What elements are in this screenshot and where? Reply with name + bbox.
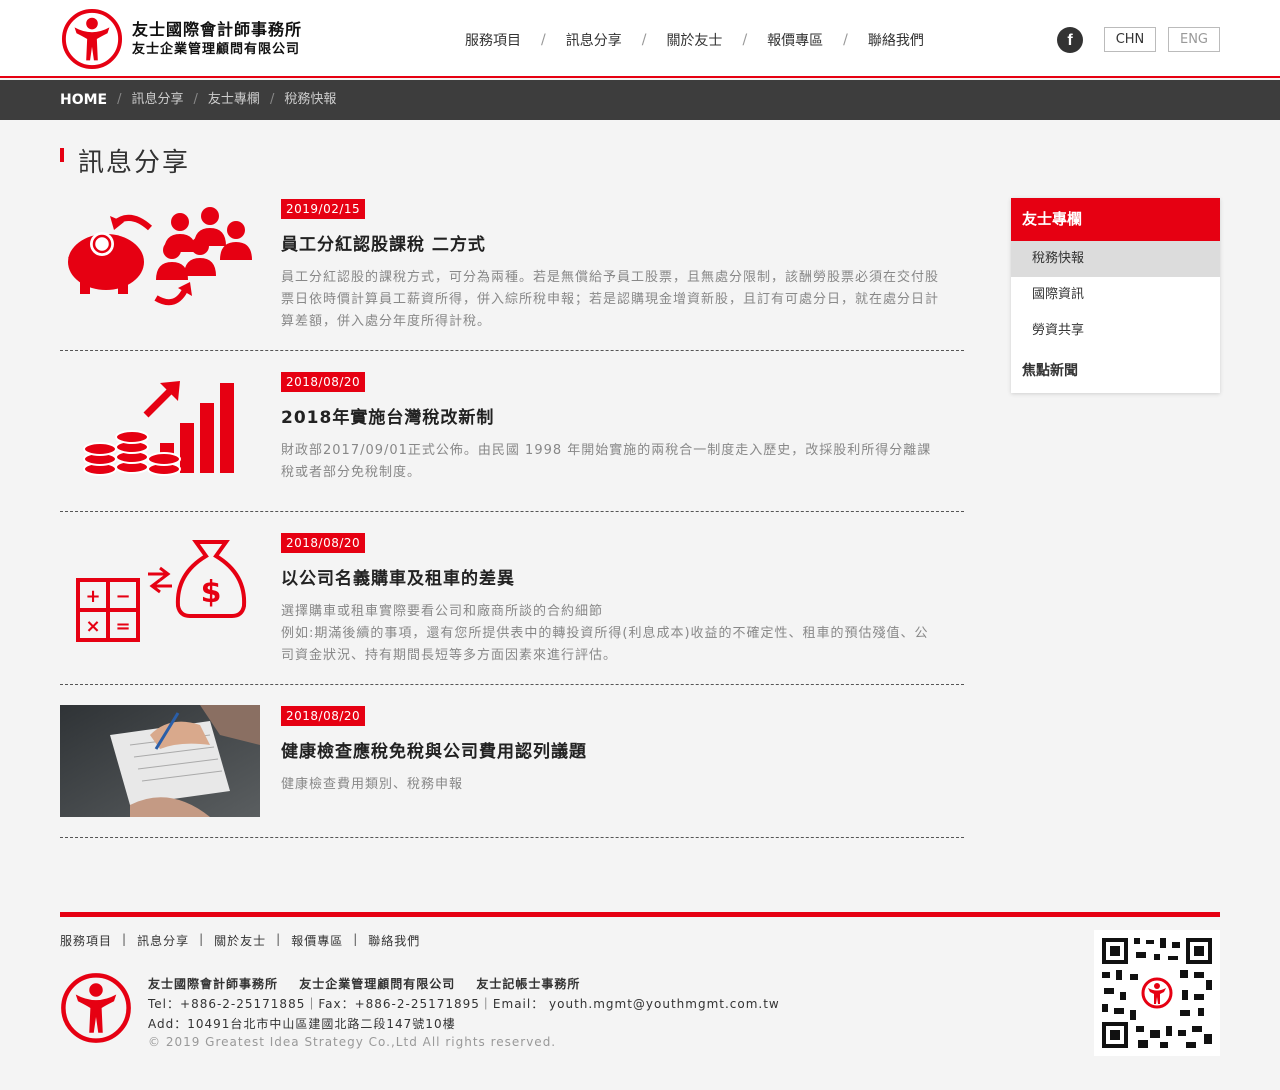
nav-news[interactable]: 訊息分享 bbox=[556, 30, 632, 50]
coins-growth-chart-icon bbox=[83, 381, 234, 476]
sidebar-item-focus-news[interactable]: 焦點新聞 bbox=[1011, 349, 1220, 393]
lang-eng-button[interactable]: ENG bbox=[1168, 27, 1220, 52]
footer-divider bbox=[60, 912, 1220, 917]
footer-nav-separator: | bbox=[353, 932, 359, 946]
article-summary: 選擇購車或租車實際要看公司和廠商所談的合約細節 例如:期滿後續的事項，還有您所提… bbox=[281, 601, 941, 667]
article-summary: 財政部2017/09/01正式公佈。由民國 1998 年開始實施的兩稅合一制度走… bbox=[281, 443, 932, 480]
person-writing-photo bbox=[60, 705, 260, 817]
calculator-money-bag-icon: + − × = $ bbox=[76, 540, 247, 642]
breadcrumb-separator: / bbox=[193, 92, 198, 107]
footer-nav-separator: | bbox=[199, 932, 205, 946]
breadcrumb-column[interactable]: 友士專欄 bbox=[208, 80, 260, 120]
breadcrumb-tax-news: 稅務快報 bbox=[284, 92, 337, 107]
breadcrumb: HOME / 訊息分享 / 友士專欄 / 稅務快報 bbox=[60, 80, 336, 120]
sidebar-heading[interactable]: 友士專欄 bbox=[1011, 198, 1220, 241]
article-summary: 員工分紅認股的課稅方式，可分為兩種。若是無償給予員工股票，且無處分限制，該酬勞股… bbox=[281, 270, 940, 329]
nav-separator: / bbox=[641, 32, 647, 48]
footer-nav-quote[interactable]: 報價專區 bbox=[291, 932, 343, 949]
article-summary-line: 選擇購車或租車實際要看公司和廠商所談的合約細節 bbox=[281, 604, 604, 619]
article-title[interactable]: 2018年實施台灣稅改新制 bbox=[281, 403, 941, 428]
sidebar-item-international[interactable]: 國際資訊 bbox=[1011, 277, 1220, 313]
site-header: 友士國際會計師事務所 友士企業管理顧問有限公司 服務項目 / 訊息分享 / 關於… bbox=[0, 0, 1280, 78]
brand-line2: 友士企業管理顧問有限公司 bbox=[132, 42, 301, 57]
footer-nav: 服務項目 | 訊息分享 | 關於友士 | 報價專區 | 聯絡我們 bbox=[60, 932, 420, 949]
brand-name[interactable]: 友士國際會計師事務所 友士企業管理顧問有限公司 bbox=[132, 20, 302, 60]
breadcrumb-separator: / bbox=[269, 92, 275, 107]
page-title: 訊息分享 bbox=[60, 142, 190, 179]
footer-nav-services[interactable]: 服務項目 bbox=[60, 932, 112, 949]
footer-contact: Tel：+886-2-25171885｜Fax：+886-2-25171895｜… bbox=[148, 997, 780, 1011]
breadcrumb-separator: / bbox=[117, 92, 122, 107]
main-nav: 服務項目 / 訊息分享 / 關於友士 / 報價專區 / 聯絡我們 bbox=[455, 30, 934, 50]
sidebar: 友士專欄 稅務快報 國際資訊 勞資共享 焦點新聞 bbox=[1011, 198, 1220, 393]
footer-nav-separator: | bbox=[122, 932, 128, 946]
nav-about[interactable]: 關於友士 bbox=[656, 30, 732, 50]
nav-separator: / bbox=[742, 32, 748, 48]
footer-nav-separator: | bbox=[276, 932, 282, 946]
footer-nav-news[interactable]: 訊息分享 bbox=[137, 932, 189, 949]
svg-text:=: = bbox=[115, 616, 130, 637]
article-title[interactable]: 以公司名義購車及租車的差異 bbox=[281, 564, 941, 589]
article-item[interactable]: 2018/08/20 2018年實施台灣稅改新制 財政部2017/09/01正式… bbox=[60, 371, 964, 512]
nav-contact[interactable]: 聯絡我們 bbox=[858, 30, 934, 50]
svg-text:−: − bbox=[115, 586, 130, 607]
sidebar-item-tax-news[interactable]: 稅務快報 bbox=[1011, 241, 1220, 277]
sidebar-item-labor[interactable]: 勞資共享 bbox=[1011, 313, 1220, 349]
company-logo-icon[interactable] bbox=[60, 8, 124, 70]
footer-address: Add：10491台北市中山區建國北路二段147號10樓 bbox=[148, 1017, 456, 1031]
footer-company-name: 友士企業管理顧問有限公司 bbox=[299, 977, 456, 991]
article-item[interactable]: + − × = $ 2018/08/20 以公司名義購車及租車的差異 選擇購車或… bbox=[60, 532, 964, 685]
nav-services[interactable]: 服務項目 bbox=[455, 30, 531, 50]
svg-text:+: + bbox=[85, 586, 100, 607]
footer-company-name: 友士國際會計師事務所 bbox=[148, 977, 279, 991]
article-title[interactable]: 健康檢查應稅免稅與公司費用認列議題 bbox=[281, 737, 941, 762]
article-date: 2018/08/20 bbox=[281, 372, 366, 392]
qr-code-icon bbox=[1094, 930, 1220, 1056]
brand-line1: 友士國際會計師事務所 bbox=[132, 20, 303, 39]
facebook-icon[interactable]: f bbox=[1057, 27, 1083, 53]
breadcrumb-bar: HOME / 訊息分享 / 友士專欄 / 稅務快報 bbox=[0, 80, 1280, 120]
article-date: 2018/08/20 bbox=[281, 533, 366, 553]
svg-text:×: × bbox=[85, 616, 100, 637]
breadcrumb-home[interactable]: HOME bbox=[60, 80, 107, 120]
nav-separator: / bbox=[843, 32, 848, 48]
footer-info: 友士國際會計師事務所 友士企業管理顧問有限公司 友士記帳士事務所 Tel：+88… bbox=[148, 974, 780, 1050]
breadcrumb-news[interactable]: 訊息分享 bbox=[132, 80, 184, 120]
lang-chn-button[interactable]: CHN bbox=[1104, 27, 1156, 52]
dollar-sign: $ bbox=[201, 575, 222, 610]
footer-nav-about[interactable]: 關於友士 bbox=[214, 932, 266, 949]
article-summary-line: 例如:期滿後續的事項，還有您所提供表中的轉投資所得(利息成本)收益的不確定性、租… bbox=[281, 626, 929, 663]
nav-separator: / bbox=[541, 32, 546, 48]
article-item[interactable]: 2019/02/15 員工分紅認股課稅 二方式 員工分紅認股的課稅方式，可分為兩… bbox=[60, 198, 964, 351]
footer-copyright: © 2019 Greatest Idea Strategy Co.,Ltd Al… bbox=[148, 1035, 557, 1049]
article-date: 2018/08/20 bbox=[281, 706, 366, 726]
piggy-bank-people-icon bbox=[68, 207, 252, 306]
article-date: 2019/02/15 bbox=[281, 199, 366, 219]
article-item[interactable]: 2018/08/20 健康檢查應稅免稅與公司費用認列議題 健康檢查費用類別、稅務… bbox=[60, 705, 964, 838]
footer-logo-icon bbox=[61, 973, 131, 1043]
footer-company-name: 友士記帳士事務所 bbox=[476, 977, 581, 991]
article-summary: 健康檢查費用類別、稅務申報 bbox=[281, 777, 464, 792]
footer-company-names: 友士國際會計師事務所 友士企業管理顧問有限公司 友士記帳士事務所 bbox=[148, 974, 780, 994]
nav-quote[interactable]: 報價專區 bbox=[757, 30, 833, 50]
article-title[interactable]: 員工分紅認股課稅 二方式 bbox=[281, 230, 941, 255]
footer-nav-contact[interactable]: 聯絡我們 bbox=[368, 932, 420, 949]
